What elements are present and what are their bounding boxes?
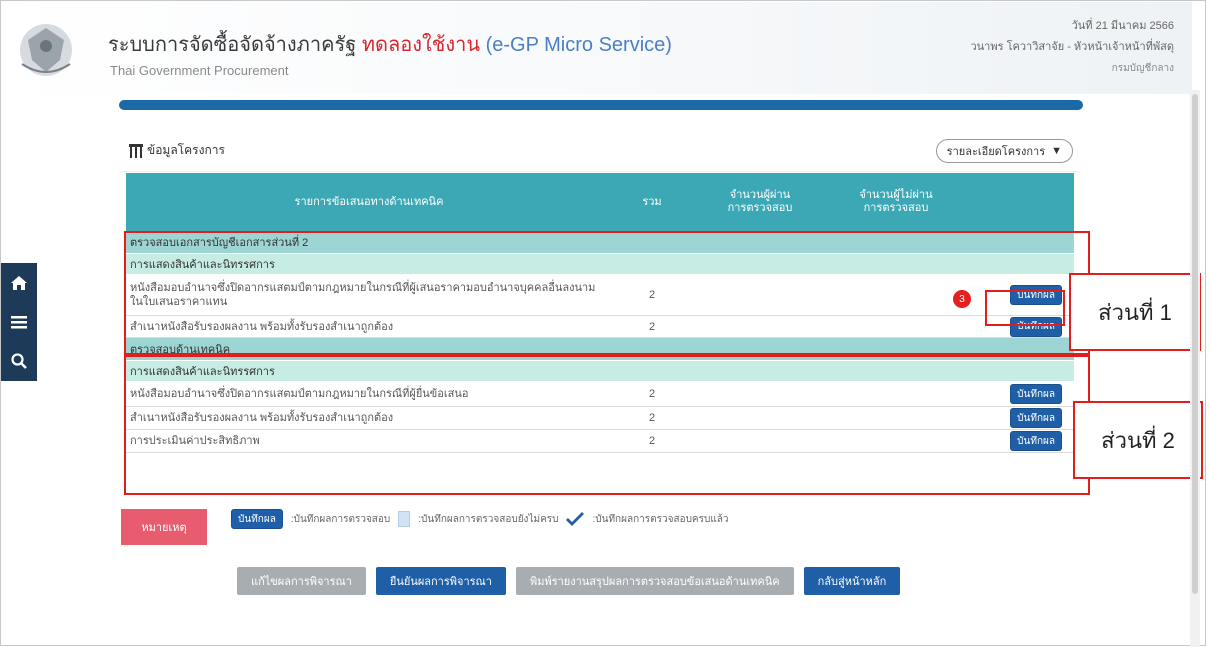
action-bar: แก้ไขผลการพิจารณา ยืนยันผลการพิจารณา พิม…	[237, 567, 901, 595]
menu-icon[interactable]	[1, 302, 37, 341]
header-item: รายการข้อเสนอทางด้านเทคนิค	[294, 195, 444, 208]
header-total: รวม	[642, 195, 662, 208]
user-department: กรมบัญชีกลาง	[1111, 63, 1174, 74]
header-divider-bar	[119, 100, 1083, 110]
search-icon[interactable]	[1, 341, 37, 380]
project-icon	[129, 143, 143, 158]
legend-complete-desc: :บันทึกผลการตรวจสอบครบแล้ว	[592, 513, 729, 525]
legend-incomplete-desc: :บันทึกผลการตรวจสอบยังไม่ครบ	[418, 513, 559, 525]
vertical-scrollbar[interactable]	[1190, 90, 1200, 647]
save-button-highlight	[985, 290, 1065, 326]
print-report-button[interactable]: พิมพ์รายงานสรุปผลการตรวจสอบข้อเสนอด้านเท…	[515, 567, 794, 595]
app-title: ระบบการจัดซื้อจัดจ้างภาครัฐ ทดลองใช้งาน …	[108, 28, 672, 60]
confirm-result-button[interactable]: ยืนยันผลการพิจารณา	[375, 567, 506, 595]
title-service-label: (e-GP Micro Service)	[485, 34, 672, 56]
part1-callout: ส่วนที่ 1	[1069, 273, 1201, 351]
table-header: รายการข้อเสนอทางด้านเทคนิค รวม จำนวนผู้ผ…	[126, 173, 1074, 231]
header-pass: จำนวนผู้ผ่าน การตรวจสอบ	[727, 189, 793, 214]
app-frame: ระบบการจัดซื้อจัดจ้างภาครัฐ ทดลองใช้งาน …	[0, 0, 1206, 647]
caret-down-icon: ▼	[1051, 145, 1062, 157]
edit-result-button[interactable]: แก้ไขผลการพิจารณา	[237, 567, 366, 595]
home-icon[interactable]	[1, 263, 37, 302]
user-info: วันที่ 21 มีนาคม 2566 วนาพร โควาวิสาจัย …	[970, 16, 1174, 79]
checkmark-icon	[566, 512, 585, 526]
current-date: วันที่ 21 มีนาคม 2566	[1071, 20, 1174, 32]
note-label: หมายเหตุ	[121, 509, 207, 545]
app-subtitle: Thai Government Procurement	[110, 63, 289, 78]
card-header: ข้อมูลโครงการ รายละเอียดโครงการ ▼	[119, 131, 1081, 172]
card-title-text: ข้อมูลโครงการ	[147, 143, 225, 157]
step-number-badge: 3	[953, 290, 971, 308]
user-name: วนาพร โควาวิสาจัย - หัวหน้าเจ้าหน้าที่พั…	[970, 41, 1174, 53]
scrollbar-thumb[interactable]	[1192, 94, 1198, 594]
back-home-button[interactable]: กลับสู่หน้าหลัก	[803, 567, 901, 595]
header-action	[964, 173, 1074, 231]
legend-save-desc: :บันทึกผลการตรวจสอบ	[290, 513, 391, 525]
card-title: ข้อมูลโครงการ	[129, 141, 225, 160]
title-test-label: ทดลองใช้งาน	[361, 34, 481, 56]
side-toolbar	[1, 263, 37, 381]
header-fail: จำนวนผู้ไม่ผ่าน การตรวจสอบ	[859, 189, 933, 214]
part2-callout: ส่วนที่ 2	[1073, 401, 1203, 479]
legend: หมายเหตุ บันทึกผล :บันทึกผลการตรวจสอบ :บ…	[121, 509, 1081, 559]
title-prefix: ระบบการจัดซื้อจัดจ้างภาครัฐ	[108, 34, 357, 56]
legend-items: บันทึกผล :บันทึกผลการตรวจสอบ :บันทึกผลกา…	[231, 509, 729, 529]
garuda-logo-icon	[20, 24, 72, 76]
header: ระบบการจัดซื้อจัดจ้างภาครัฐ ทดลองใช้งาน …	[2, 2, 1192, 94]
detail-button-label: รายละเอียดโครงการ	[946, 146, 1046, 158]
incomplete-document-icon	[398, 511, 411, 527]
project-detail-dropdown[interactable]: รายละเอียดโครงการ ▼	[935, 139, 1073, 163]
legend-save-sample: บันทึกผล	[231, 509, 283, 529]
part2-highlight-frame	[124, 355, 1090, 495]
part1-highlight-frame	[124, 231, 1090, 355]
